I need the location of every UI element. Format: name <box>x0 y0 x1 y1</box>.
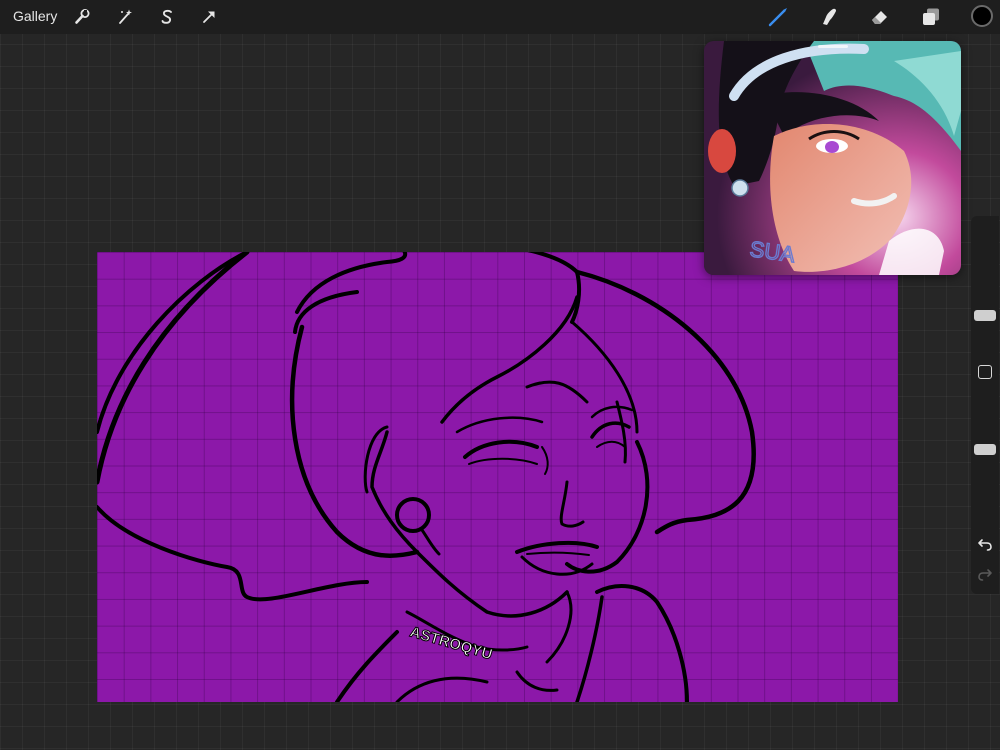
undo-button[interactable] <box>977 536 993 552</box>
reference-drag-handle[interactable] <box>818 45 848 48</box>
undo-icon <box>978 539 992 551</box>
layers-icon <box>923 8 939 25</box>
modify-square-button[interactable] <box>978 365 992 379</box>
wrench-icon <box>75 9 90 24</box>
transform-button[interactable] <box>197 5 221 29</box>
opacity-slider[interactable] <box>974 388 996 510</box>
artist-signature: ASTROQYU <box>408 624 494 664</box>
top-toolbar: Gallery <box>0 0 1000 34</box>
brush-size-slider[interactable] <box>974 226 996 348</box>
redo-icon <box>978 569 992 581</box>
brush-button[interactable] <box>766 5 790 29</box>
side-toolbar <box>971 216 999 594</box>
actions-button[interactable] <box>70 5 94 29</box>
selection-button[interactable] <box>155 5 179 29</box>
selection-s-icon <box>161 9 172 24</box>
arrow-cursor-icon <box>203 11 215 23</box>
reference-image: SUA <box>704 41 961 275</box>
gallery-button[interactable]: Gallery <box>13 8 57 24</box>
opacity-thumb[interactable] <box>974 444 996 455</box>
smudge-button[interactable] <box>817 5 841 29</box>
drawing-canvas[interactable]: ASTROQYU <box>97 252 898 702</box>
line-art-drawing: ASTROQYU <box>97 252 756 702</box>
brush-icon <box>768 8 787 27</box>
brush-size-thumb[interactable] <box>974 310 996 321</box>
color-picker-button[interactable] <box>971 5 993 27</box>
redo-button[interactable] <box>977 566 993 582</box>
eraser-icon <box>872 11 887 24</box>
adjustments-button[interactable] <box>113 5 137 29</box>
magic-wand-icon <box>119 9 132 24</box>
eraser-button[interactable] <box>868 5 892 29</box>
layers-button[interactable] <box>919 5 943 29</box>
smudge-finger-icon <box>823 8 837 26</box>
reference-window[interactable]: SUA <box>704 41 961 275</box>
